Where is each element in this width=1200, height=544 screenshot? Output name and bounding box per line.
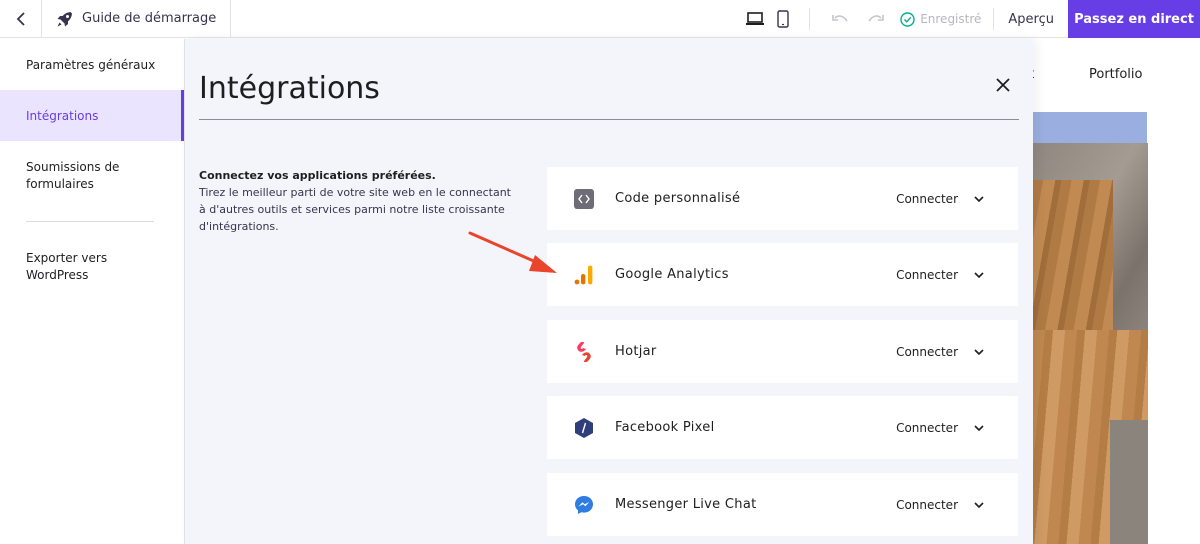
mobile-view-button[interactable]	[769, 0, 797, 38]
preview-photo-shadow	[1110, 420, 1148, 544]
intro-text: Connectez vos applications préférées. Ti…	[199, 167, 511, 235]
preview-nav-portfolio: Portfolio	[1089, 67, 1143, 82]
connect-button[interactable]: Connecter	[896, 421, 958, 435]
page-title: Intégrations	[199, 71, 380, 106]
integration-card-google-analytics[interactable]: Google Analytics Connecter	[547, 243, 1018, 306]
chevron-left-icon	[16, 11, 25, 26]
back-button[interactable]	[0, 0, 42, 38]
integration-card-messenger[interactable]: Messenger Live Chat Connecter	[547, 473, 1018, 536]
close-icon	[996, 78, 1010, 92]
sidebar-item-export-wordpress[interactable]: Exporter vers WordPress	[0, 222, 184, 312]
title-divider	[199, 119, 1019, 120]
google-analytics-icon	[573, 264, 595, 286]
integration-card-facebook-pixel[interactable]: Facebook Pixel Connecter	[547, 396, 1018, 459]
chevron-down-icon[interactable]	[972, 195, 986, 202]
saved-label: Enregistré	[920, 12, 982, 26]
settings-sidebar: Paramètres généraux Intégrations Soumiss…	[0, 39, 185, 544]
sidebar-item-form-submissions[interactable]: Soumissions de formulaires	[0, 141, 184, 211]
publish-button[interactable]: Passez en direct	[1068, 0, 1200, 38]
chevron-down-icon[interactable]	[972, 424, 986, 431]
redo-icon	[868, 15, 885, 22]
intro-heading: Connectez vos applications préférées.	[199, 169, 436, 182]
close-button[interactable]	[991, 73, 1015, 97]
redo-button[interactable]	[858, 0, 894, 38]
saved-status: Enregistré	[900, 11, 982, 27]
integration-card-custom-code[interactable]: Code personnalisé Connecter	[547, 167, 1018, 230]
chevron-down-icon[interactable]	[972, 348, 986, 355]
preview-button[interactable]: Aperçu	[994, 0, 1068, 38]
check-circle-icon	[900, 11, 915, 27]
preview-margin	[1148, 112, 1200, 544]
getting-started-guide[interactable]: Guide de démarrage	[42, 0, 232, 38]
rocket-icon	[57, 11, 72, 26]
phone-icon	[777, 10, 789, 28]
hotjar-icon	[573, 341, 595, 363]
code-icon	[573, 188, 595, 210]
top-bar: Guide de démarrage Enregistré Aperçu Pas…	[0, 0, 1200, 38]
connect-button[interactable]: Connecter	[896, 498, 958, 512]
guide-label: Guide de démarrage	[82, 11, 217, 26]
annotation-arrow-icon	[468, 231, 557, 273]
topbar-actions: Enregistré Aperçu Passez en direct	[741, 0, 1200, 38]
chevron-down-icon[interactable]	[972, 501, 986, 508]
integration-name: Facebook Pixel	[615, 420, 715, 435]
sidebar-item-general-settings[interactable]: Paramètres généraux	[0, 39, 184, 90]
connect-button[interactable]: Connecter	[896, 268, 958, 282]
divider	[809, 8, 811, 30]
sidebar-item-integrations[interactable]: Intégrations	[0, 90, 184, 141]
facebook-pixel-icon	[573, 417, 595, 439]
laptop-icon	[746, 12, 765, 25]
integration-name: Google Analytics	[615, 267, 729, 282]
integration-name: Messenger Live Chat	[615, 497, 757, 512]
chevron-down-icon[interactable]	[972, 271, 986, 278]
integration-name: Hotjar	[615, 344, 657, 359]
desktop-view-button[interactable]	[741, 0, 769, 38]
undo-icon	[832, 15, 848, 22]
connect-button[interactable]: Connecter	[896, 345, 958, 359]
integration-name: Code personnalisé	[615, 191, 741, 206]
connect-button[interactable]: Connecter	[896, 192, 958, 206]
messenger-icon	[573, 494, 595, 516]
undo-button[interactable]	[822, 0, 858, 38]
integrations-panel: Intégrations Connectez vos applications …	[185, 39, 1033, 544]
integration-card-hotjar[interactable]: Hotjar Connecter	[547, 320, 1018, 383]
